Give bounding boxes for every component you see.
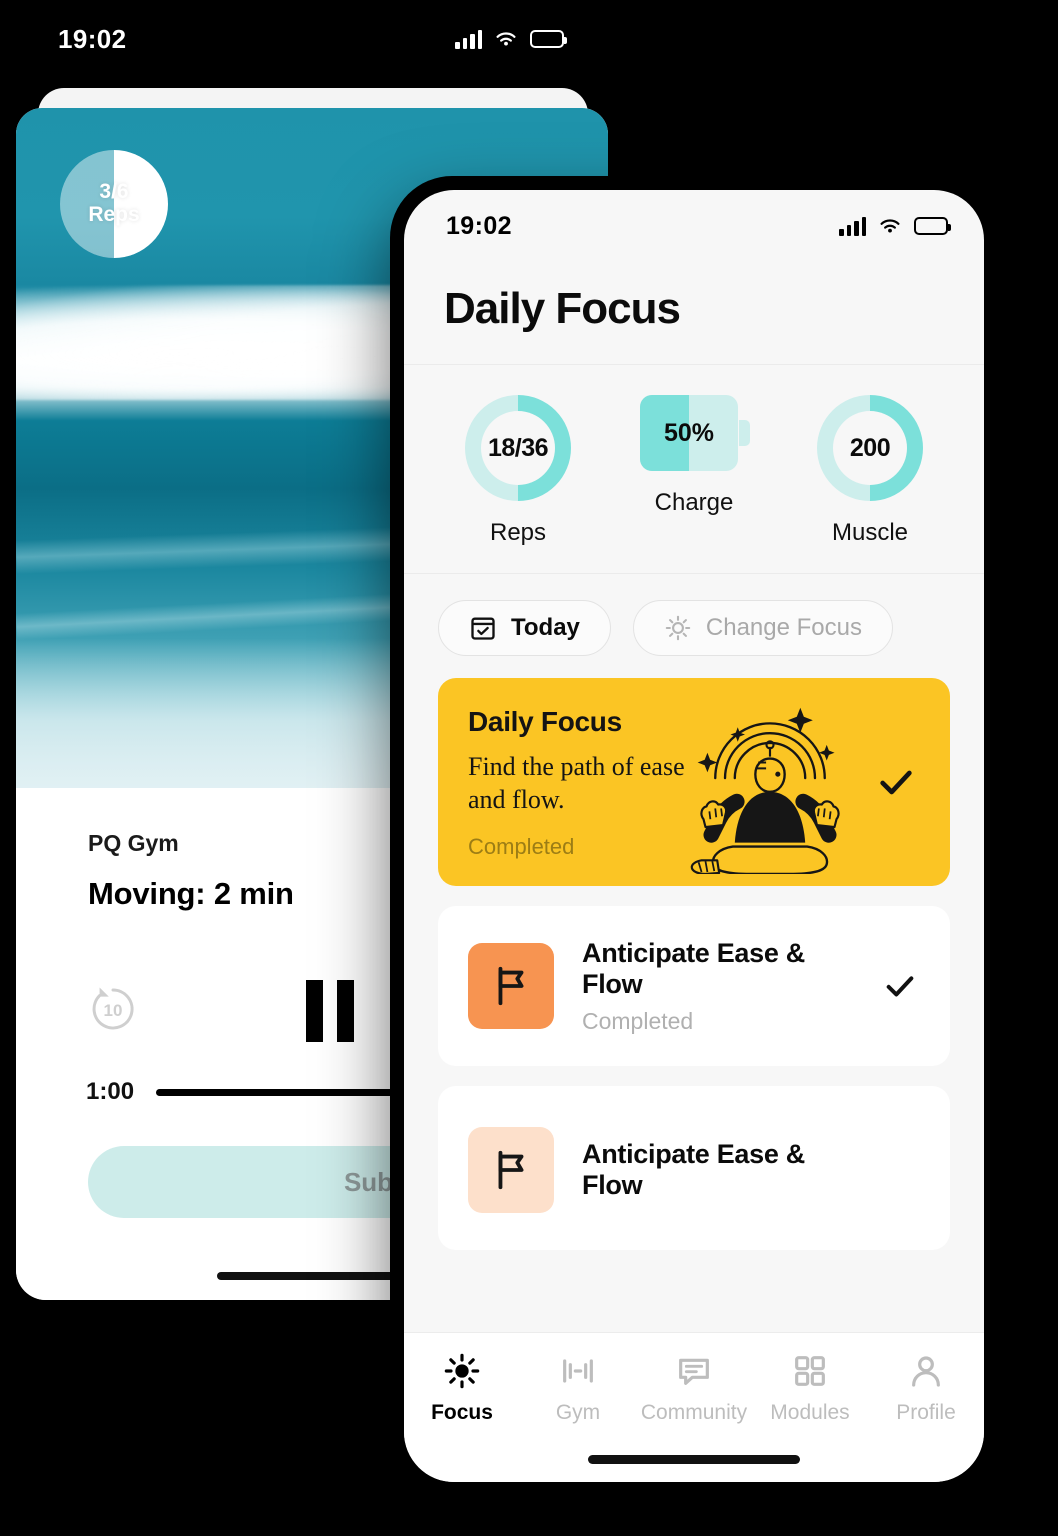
person-icon <box>912 1356 940 1387</box>
home-indicator <box>217 1272 407 1280</box>
reps-progress-ring: 3/6 Reps <box>60 150 168 258</box>
task-list: Daily Focus Find the path of ease and fl… <box>404 678 984 1332</box>
rewind-seconds-label: 10 <box>104 1001 123 1020</box>
grid-icon <box>795 1356 825 1386</box>
page-header: Daily Focus <box>404 248 984 365</box>
daily-focus-status: Completed <box>468 834 575 859</box>
tab-modules-label: Modules <box>770 1401 850 1424</box>
list-fade-overlay <box>404 1262 984 1332</box>
status-time: 19:02 <box>446 211 512 240</box>
reps-label: Reps <box>489 519 547 546</box>
tab-community-label: Community <box>640 1401 748 1424</box>
elapsed-time: 1:00 <box>86 1078 135 1105</box>
right-status-bar: 19:02 <box>404 190 984 248</box>
task-subtitle: Completed <box>582 1007 694 1034</box>
muscle-label: Muscle <box>831 519 909 546</box>
change-focus-button[interactable]: Change Focus <box>632 600 893 656</box>
reps-ring-label: Reps <box>88 203 140 226</box>
reps-donut: 18/36 <box>465 395 571 501</box>
stats-row: 18/36 Reps 50% Charge 200 Muscle <box>404 365 984 574</box>
stat-charge[interactable]: 50% Charge <box>606 395 782 547</box>
status-icons <box>455 29 567 49</box>
tab-focus-label: Focus <box>431 1401 493 1424</box>
task-status-mark[interactable] <box>880 969 920 1003</box>
today-filter-button[interactable]: Today <box>438 600 611 656</box>
filter-row: Today Change Focus <box>404 574 984 678</box>
tab-gym-label: Gym <box>555 1401 601 1424</box>
daily-focus-subtitle: Find the path of ease and flow. <box>468 752 685 815</box>
battery-icon <box>914 217 951 235</box>
wifi-icon <box>880 219 900 233</box>
tab-profile-label: Profile <box>896 1401 956 1424</box>
sun-icon <box>665 615 691 641</box>
task-meta: Anticipate Ease & Flow Completed <box>582 938 852 1035</box>
screenshot-stage: 19:02 3/6 Reps PQ Gym Moving: 2 min 10 1… <box>0 0 1058 1536</box>
reps-value: 18/36 <box>481 411 555 485</box>
stat-muscle[interactable]: 200 Muscle <box>782 395 958 547</box>
status-time: 19:02 <box>58 23 127 54</box>
status-icons <box>839 216 951 236</box>
tab-modules[interactable]: Modules <box>752 1351 868 1425</box>
sun-icon <box>444 1353 480 1389</box>
right-screen: 19:02 Daily Focus 18/36 Reps 50% Charge … <box>404 190 984 1482</box>
tab-focus[interactable]: Focus <box>404 1351 520 1425</box>
muscle-value: 200 <box>833 411 907 485</box>
wifi-icon <box>496 32 516 46</box>
task-item-3[interactable]: Anticipate Ease & Flow <box>438 1090 950 1250</box>
workout-title: Moving: 2 min <box>88 876 294 911</box>
calendar-check-icon <box>471 617 495 640</box>
battery-nub <box>739 420 750 446</box>
task-meta: Anticipate Ease & Flow <box>582 1139 852 1201</box>
check-icon <box>886 976 914 997</box>
battery-icon <box>530 30 567 48</box>
rewind-10-icon[interactable]: 10 <box>87 983 139 1035</box>
task-title: Anticipate Ease & Flow <box>582 937 805 999</box>
cellular-signal-icon <box>455 29 482 49</box>
chat-bubble-icon <box>679 1358 709 1385</box>
dumbbell-icon <box>563 1359 593 1383</box>
task-item-1[interactable]: Anticipate Ease & Flow Completed <box>438 906 950 1066</box>
pause-icon[interactable] <box>306 980 354 1042</box>
cellular-signal-icon <box>839 216 866 236</box>
change-focus-label: Change Focus <box>705 614 862 641</box>
home-indicator <box>588 1455 800 1464</box>
charge-value: 50% <box>663 418 715 447</box>
today-filter-label: Today <box>511 614 580 641</box>
check-icon <box>880 770 912 795</box>
task-icon-tile <box>468 1127 554 1213</box>
tab-community[interactable]: Community <box>636 1351 752 1425</box>
muscle-donut: 200 <box>817 395 923 501</box>
program-name: PQ Gym <box>88 830 179 856</box>
flag-icon <box>498 966 524 1006</box>
reps-ring-content: 3/6 Reps <box>76 166 152 242</box>
meditating-person-icon <box>690 707 840 874</box>
tab-profile[interactable]: Profile <box>868 1351 984 1425</box>
daily-focus-card[interactable]: Daily Focus Find the path of ease and fl… <box>438 678 950 886</box>
right-phone: 19:02 Daily Focus 18/36 Reps 50% Charge … <box>390 176 998 1496</box>
stat-reps[interactable]: 18/36 Reps <box>430 395 606 547</box>
tab-gym[interactable]: Gym <box>520 1351 636 1425</box>
charge-battery-icon: 50% <box>640 395 750 471</box>
task-title: Anticipate Ease & Flow <box>582 1139 805 1200</box>
left-status-bar: 19:02 <box>16 0 608 78</box>
page-title: Daily Focus <box>444 284 681 333</box>
task-icon-tile <box>468 943 554 1029</box>
charge-label: Charge <box>654 489 734 516</box>
reps-ring-value: 3/6 <box>99 180 129 204</box>
flag-icon <box>498 1150 524 1190</box>
